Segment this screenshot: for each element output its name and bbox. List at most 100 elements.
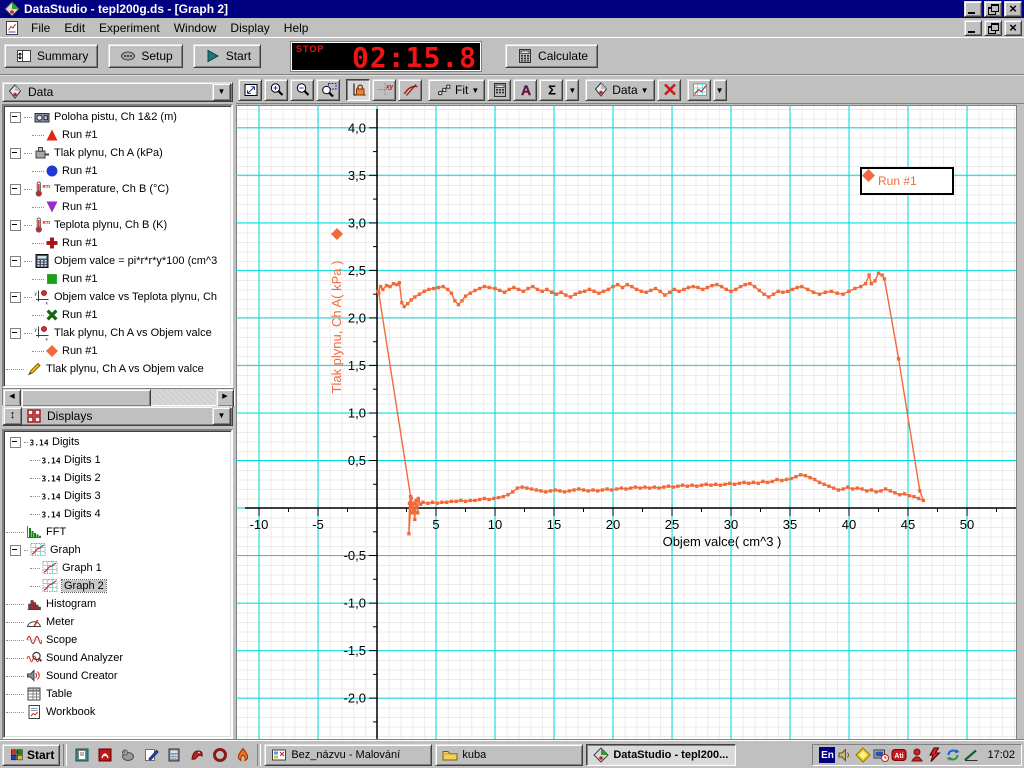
display-item[interactable]: Scope	[6, 631, 229, 649]
setup-button[interactable]: Setup	[108, 44, 183, 68]
data-panel-header[interactable]: Data ▼	[2, 82, 233, 102]
legend[interactable]: Run #1	[860, 167, 954, 195]
menu-window[interactable]: Window	[167, 19, 224, 37]
display-subitem[interactable]: 3.14 Digits 3	[6, 487, 229, 505]
xy-tool-button[interactable]: xy	[372, 79, 396, 101]
data-item[interactable]: RTDTemperature, Ch B (°C)	[6, 180, 229, 198]
sync-icon[interactable]	[945, 747, 961, 763]
pen-tray-icon[interactable]	[963, 747, 979, 763]
start-measure-button[interactable]: Start	[192, 44, 262, 68]
data-item[interactable]: y x Tlak plynu, Ch A vs Objem valce	[6, 324, 229, 342]
menu-help[interactable]: Help	[277, 19, 316, 37]
collapse-icon[interactable]	[10, 183, 21, 195]
zoom-in-button[interactable]	[264, 79, 288, 101]
panel-splitter-handle[interactable]: ↕	[3, 407, 22, 425]
wordpad-icon[interactable]	[70, 744, 93, 766]
collapse-icon[interactable]	[10, 219, 21, 231]
display-item[interactable]: Sound Analyzer	[6, 649, 229, 667]
display-subitem[interactable]: 3.14 Digits 2	[6, 469, 229, 487]
dragon-icon[interactable]	[185, 744, 208, 766]
minimize-button[interactable]	[964, 1, 982, 17]
red-agent-icon[interactable]	[909, 747, 925, 763]
data-item[interactable]: Poloha pistu, Ch 1&2 (m)	[6, 108, 229, 126]
task-button[interactable]: DataStudio - tepl200...	[586, 743, 737, 766]
display-item[interactable]: Histogram	[6, 595, 229, 613]
gray-animal-icon[interactable]	[116, 744, 139, 766]
zoom-out-button[interactable]	[290, 79, 314, 101]
displays-panel-dropdown[interactable]: ▼	[212, 407, 231, 425]
slope-tool-button[interactable]	[398, 79, 422, 101]
summary-button[interactable]: Summary	[4, 44, 99, 68]
run-item[interactable]: Run #1	[6, 198, 229, 216]
collapse-icon[interactable]	[10, 436, 21, 448]
collapse-icon[interactable]	[10, 291, 21, 303]
menu-edit[interactable]: Edit	[57, 19, 92, 37]
run-item[interactable]: Run #1	[6, 126, 229, 144]
document-minimize-button[interactable]	[964, 19, 982, 36]
opera-icon[interactable]	[208, 744, 231, 766]
document-restore-button[interactable]	[984, 19, 1002, 36]
yellow-tool-icon[interactable]	[855, 747, 872, 763]
display-item[interactable]: Sound Creator	[6, 667, 229, 685]
collapse-icon[interactable]	[10, 544, 21, 556]
menu-experiment[interactable]: Experiment	[92, 19, 167, 37]
collapse-icon[interactable]	[10, 327, 21, 339]
delete-button[interactable]	[656, 79, 681, 101]
ati-icon[interactable]: Ati	[891, 747, 907, 763]
data-item[interactable]: Tlak plynu, Ch A (kPa)	[6, 144, 229, 162]
run-item[interactable]: Run #1	[6, 162, 229, 180]
close-button[interactable]	[1004, 1, 1022, 17]
annotation-button[interactable]: A	[513, 79, 538, 101]
statistics-button[interactable]: Σ	[539, 79, 564, 101]
task-button[interactable]: kuba	[435, 743, 584, 766]
fit-menu-button[interactable]: Fit ▼	[428, 79, 486, 101]
graph-plot-area[interactable]: -10 -5 5 10 15 20 25 30 35 40 45 50 4,0 3,5 3,0 2,5 2,0 1…	[236, 105, 1016, 739]
collapse-icon[interactable]	[10, 147, 21, 159]
scale-to-fit-button[interactable]	[238, 79, 262, 101]
data-tree-hscrollbar[interactable]: ◀ ▶	[2, 388, 235, 407]
run-item[interactable]: Run #1	[6, 270, 229, 288]
document-close-button[interactable]	[1004, 19, 1022, 36]
pen-pad-icon[interactable]	[139, 744, 162, 766]
scheduler-icon[interactable]	[873, 747, 890, 763]
calculate-button[interactable]: Calculate	[505, 44, 599, 68]
graph-settings-button[interactable]	[686, 79, 711, 101]
zoom-select-button[interactable]	[316, 79, 340, 101]
power-icon[interactable]	[927, 747, 943, 763]
scrollbar-track[interactable]	[151, 389, 216, 405]
display-item[interactable]: Workbook	[6, 703, 229, 721]
displays-panel-header[interactable]: ↕ Displays ▼	[2, 406, 233, 426]
display-subitem[interactable]: Graph 1	[6, 559, 229, 577]
language-indicator[interactable]: En	[819, 747, 836, 763]
scrollbar-thumb[interactable]	[21, 389, 151, 407]
run-item[interactable]: Run #1	[6, 234, 229, 252]
data-menu-button[interactable]: Data ▼	[585, 79, 655, 101]
graph-document-icon[interactable]	[4, 20, 20, 36]
display-item[interactable]: Table	[6, 685, 229, 703]
start-button[interactable]: Start	[2, 743, 61, 766]
scroll-left-icon[interactable]: ◀	[3, 389, 21, 407]
scroll-right-icon[interactable]: ▶	[216, 389, 234, 407]
calculator-ql-icon[interactable]	[162, 744, 185, 766]
graph-settings-dropdown[interactable]: ▼	[712, 79, 727, 101]
display-subitem[interactable]: 3.14 Digits 1	[6, 451, 229, 469]
collapse-icon[interactable]	[10, 111, 21, 123]
run-item[interactable]: Run #1	[6, 306, 229, 324]
data-item[interactable]: Objem valce = pi*r*r*y*100 (cm^3	[6, 252, 229, 270]
task-button[interactable]: Bez_názvu - Malování	[264, 743, 433, 766]
display-subitem[interactable]: Graph 2	[6, 577, 229, 595]
menu-display[interactable]: Display	[223, 19, 276, 37]
data-item[interactable]: RTDTeplota plynu, Ch B (K)	[6, 216, 229, 234]
flame-icon[interactable]	[231, 744, 254, 766]
run-item[interactable]: Run #1	[6, 342, 229, 360]
calculate-tool-button[interactable]	[487, 79, 512, 101]
data-item[interactable]: Tlak plynu, Ch A vs Objem valce	[6, 360, 229, 378]
smart-tool-button[interactable]	[346, 79, 370, 101]
speaker-icon[interactable]	[837, 747, 853, 763]
data-item[interactable]: y x Objem valce vs Teplota plynu, Ch	[6, 288, 229, 306]
display-item[interactable]: Meter	[6, 613, 229, 631]
data-panel-dropdown[interactable]: ▼	[212, 83, 231, 101]
display-item[interactable]: 3.14 Digits	[6, 433, 229, 451]
display-item[interactable]: Graph	[6, 541, 229, 559]
acrobat-icon[interactable]	[93, 744, 116, 766]
